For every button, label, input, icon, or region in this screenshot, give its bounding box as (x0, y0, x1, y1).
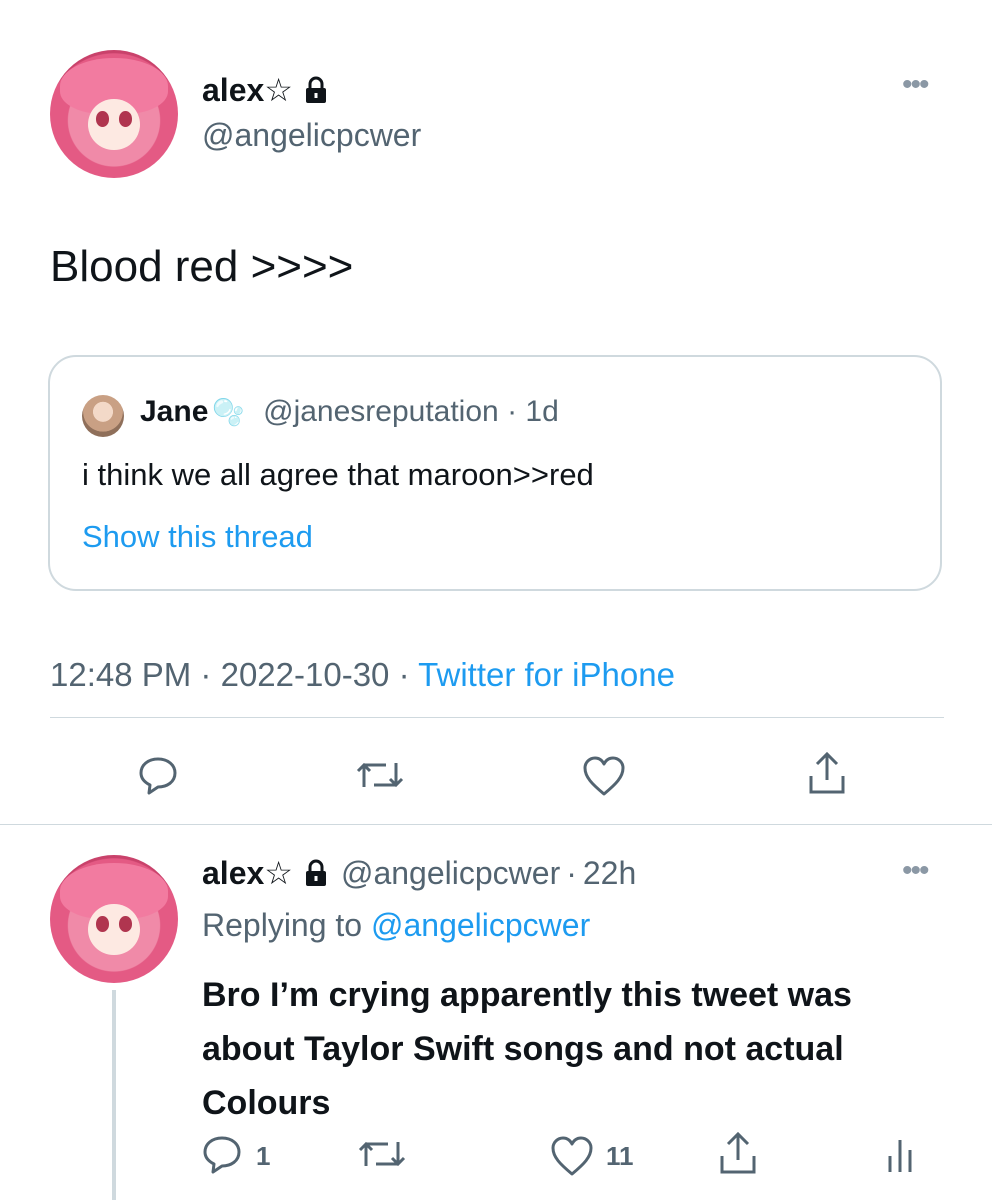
quote-age: 1d (525, 395, 559, 428)
author-handle[interactable]: @angelicpcwer (202, 117, 421, 154)
separator-dot: · (200, 656, 212, 693)
quote-author-handle: @janesreputation (263, 395, 499, 428)
author-handle[interactable]: @angelicpcwer (341, 855, 560, 892)
section-divider (0, 824, 992, 825)
avatar[interactable] (50, 50, 178, 178)
retweet-icon[interactable] (356, 1134, 408, 1179)
analytics-icon[interactable] (884, 1134, 920, 1179)
avatar-eye (96, 111, 109, 127)
avatar-eye (119, 111, 132, 127)
avatar-face (88, 98, 140, 150)
avatar-face (88, 903, 140, 955)
separator-dot: · (566, 854, 577, 891)
avatar-eye (119, 916, 132, 932)
tweet-time: 12:48 PM (50, 656, 192, 693)
reply-text: Bro I’m crying apparently this tweet was… (202, 976, 852, 1122)
more-options-icon[interactable]: ••• (902, 68, 929, 102)
like-count: 11 (606, 1141, 634, 1171)
reply-header: alex☆ @angelicpcwer · 22h (202, 853, 636, 893)
quote-author-name: Jane (140, 395, 209, 428)
show-thread-link[interactable]: Show this thread (82, 519, 313, 555)
tweet-meta: 12:48 PM · 2022-10-30 · Twitter for iPho… (50, 656, 675, 694)
retweet-icon[interactable] (354, 755, 406, 800)
reply-age: 22h (582, 854, 637, 891)
quote-text: i think we all agree that maroon>>red (82, 457, 594, 492)
quote-tweet-card[interactable]: Jane 🫧 @janesreputation · 1d i think we a… (48, 355, 942, 591)
reply-count: 1 (256, 1141, 271, 1171)
author-name-row[interactable]: alex☆ (202, 70, 329, 110)
tweet-source-link[interactable]: Twitter for iPhone (418, 656, 675, 693)
separator-dot: · (507, 395, 518, 428)
divider (50, 717, 944, 718)
tweet-date: 2022-10-30 (220, 656, 390, 693)
lock-icon (303, 859, 329, 887)
thread-line (112, 990, 116, 1200)
like-icon[interactable] (580, 754, 628, 803)
replying-to: Replying to @angelicpcwer (202, 907, 590, 944)
replying-to-handle[interactable]: @angelicpcwer (371, 907, 590, 943)
more-options-icon[interactable]: ••• (902, 854, 929, 888)
like-icon[interactable] (548, 1134, 596, 1183)
tweet-text: Blood red >>>> (50, 242, 354, 291)
avatar-eye (96, 916, 109, 932)
reply-icon[interactable] (136, 753, 180, 802)
separator-dot: · (398, 656, 410, 693)
replying-to-label: Replying to (202, 907, 363, 943)
reply-icon[interactable] (200, 1132, 244, 1181)
display-name[interactable]: alex☆ (202, 71, 293, 109)
quote-avatar (82, 395, 124, 437)
bubbles-emoji: 🫧 (212, 397, 245, 427)
quote-header: Jane 🫧 @janesreputation · 1d (140, 395, 559, 429)
display-name[interactable]: alex☆ (202, 854, 293, 892)
share-icon[interactable] (805, 750, 849, 803)
share-icon[interactable] (716, 1130, 760, 1183)
avatar[interactable] (50, 855, 178, 983)
lock-icon (303, 76, 329, 104)
